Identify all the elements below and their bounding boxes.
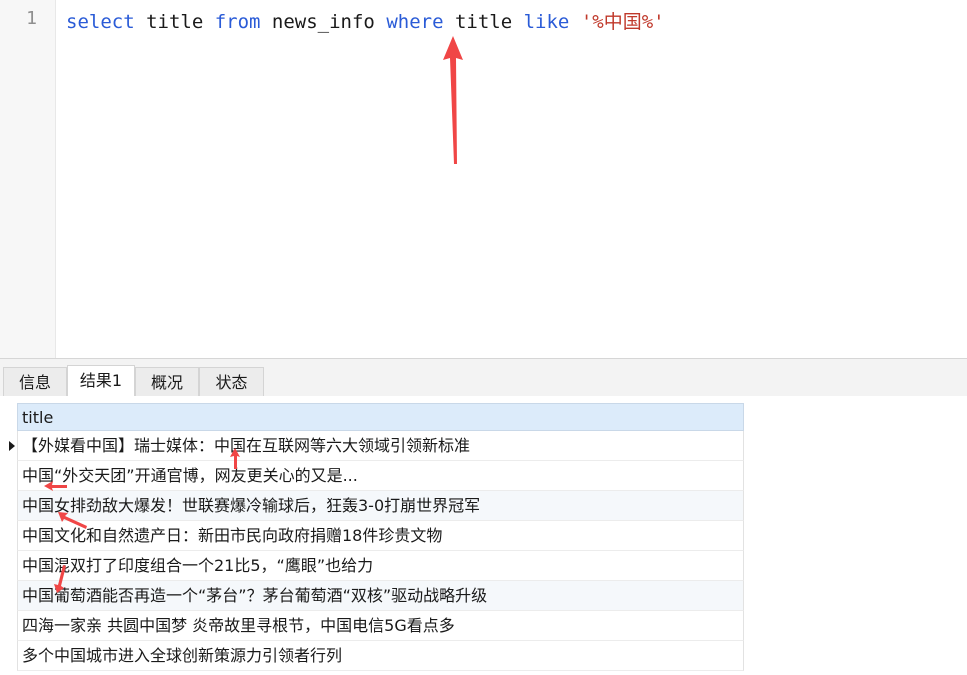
column-header-title[interactable]: title [17, 403, 744, 431]
table-row[interactable]: 多个中国城市进入全球创新策源力引领者行列 [17, 641, 744, 671]
tab-overview[interactable]: 概况 [135, 367, 199, 397]
keyword-select: select [66, 11, 135, 33]
keyword-like: like [523, 11, 570, 33]
table-cell[interactable]: 中国葡萄酒能否再造一个“茅台”？茅台葡萄酒“双核”驱动战略升级 [22, 586, 487, 605]
tab-info-label: 信息 [18, 373, 51, 392]
table-cell[interactable]: 中国文化和自然遗产日：新田市民向政府捐赠18件珍贵文物 [22, 526, 442, 545]
table-row[interactable]: 四海一家亲 共圆中国梦 炎帝故里寻根节，中国电信5G看点多 [17, 611, 744, 641]
tab-status-label: 状态 [215, 373, 248, 392]
table-row[interactable]: 中国葡萄酒能否再造一个“茅台”？茅台葡萄酒“双核”驱动战略升级 [17, 581, 744, 611]
table-cell[interactable]: 四海一家亲 共圆中国梦 炎帝故里寻根节，中国电信5G看点多 [22, 616, 455, 635]
keyword-from: from [214, 11, 261, 33]
tab-status[interactable]: 状态 [199, 367, 264, 397]
annotation-arrow-up-icon [443, 36, 463, 164]
result-grid-area: title 【外媒看中国】瑞士媒体：中国在互联网等六大领域引领新标准 中国“外交… [0, 396, 967, 675]
current-row-pointer-icon [9, 441, 15, 451]
result-grid[interactable]: title 【外媒看中国】瑞士媒体：中国在互联网等六大领域引领新标准 中国“外交… [17, 403, 744, 671]
result-tab-bar: 信息 结果1 概况 状态 [0, 358, 967, 397]
table-row[interactable]: 中国“外交天团”开通官博，网友更关心的又是... [17, 461, 744, 491]
table-row[interactable]: 中国混双打了印度组合一个21比5，“鹰眼”也给力 [17, 551, 744, 581]
table-cell[interactable]: 中国混双打了印度组合一个21比5，“鹰眼”也给力 [22, 556, 373, 575]
line-gutter: 1 [0, 0, 56, 358]
table-cell[interactable]: 中国女排劲敌大爆发！世联赛爆冷输球后，狂轰3-0打崩世界冠军 [22, 496, 480, 515]
table-cell[interactable]: 【外媒看中国】瑞士媒体：中国在互联网等六大领域引领新标准 [22, 436, 470, 455]
tab-overview-label: 概况 [150, 373, 183, 392]
table-cell[interactable]: 中国“外交天团”开通官博，网友更关心的又是... [22, 466, 358, 485]
table-cell[interactable]: 多个中国城市进入全球创新策源力引领者行列 [22, 646, 342, 665]
table-row[interactable]: 中国女排劲敌大爆发！世联赛爆冷输球后，狂轰3-0打崩世界冠军 [17, 491, 744, 521]
column-name-condition: title [443, 11, 524, 33]
like-pattern-string: '%中国%' [580, 11, 665, 33]
table-row[interactable]: 【外媒看中国】瑞士媒体：中国在互联网等六大领域引领新标准 [17, 431, 744, 461]
tab-info[interactable]: 信息 [3, 367, 67, 397]
keyword-where: where [386, 11, 444, 33]
sql-editor[interactable]: 1 select title from news_info where titl… [0, 0, 967, 358]
table-name: news_info [260, 11, 387, 33]
sql-query-line[interactable]: select title from news_info where title … [66, 7, 665, 34]
line-number: 1 [26, 8, 37, 29]
tab-result-1[interactable]: 结果1 [67, 365, 135, 397]
tab-result-1-label: 结果1 [79, 371, 123, 390]
table-row[interactable]: 中国文化和自然遗产日：新田市民向政府捐赠18件珍贵文物 [17, 521, 744, 551]
column-name: title [134, 11, 215, 33]
